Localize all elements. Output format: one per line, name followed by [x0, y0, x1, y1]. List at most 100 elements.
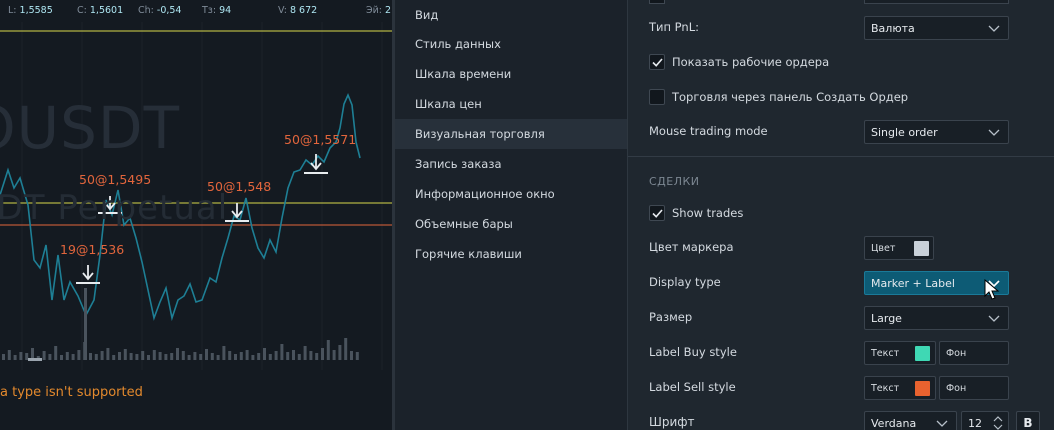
volume-bar [112, 355, 116, 360]
volume-bar [100, 351, 104, 360]
label-buy-bg-color-button[interactable]: Фон [939, 341, 1009, 365]
volume-bar [268, 354, 272, 360]
label-sell-text-color-button[interactable]: Текст [864, 376, 936, 400]
volume-bar-tall [84, 288, 87, 360]
volume-bar [338, 345, 342, 360]
volume-bar [42, 351, 46, 360]
volume-bar [176, 348, 179, 360]
volume-bar [263, 348, 266, 360]
marker-color-swatch [914, 241, 929, 256]
stepper-icon[interactable] [993, 415, 1003, 430]
nav-item-time-scale[interactable]: Шкала времени [395, 59, 627, 89]
price-chart[interactable]: OUSDT SDT Perpetual L: 1,5585 C: 1,5601 … [0, 0, 392, 430]
volume-bar [152, 350, 156, 360]
font-label: Шрифт [649, 415, 695, 429]
volume-bar [13, 355, 17, 360]
trade-label-2[interactable]: 50@1,5495 [79, 172, 151, 187]
show-trades-checkbox[interactable] [649, 205, 665, 221]
section-divider [628, 156, 1054, 157]
cut-off-checkbox[interactable] [649, 0, 665, 4]
stat-change: Ch: -0,54 [138, 5, 182, 16]
volume-bar [210, 353, 214, 360]
font-family-select[interactable]: Verdana [864, 411, 957, 430]
trade-via-panel-checkbox[interactable] [649, 89, 665, 105]
trade-via-panel-label: Торговля через панель Создать Ордер [672, 90, 909, 104]
size-label: Размер [649, 310, 693, 324]
checkmark-icon [652, 209, 663, 218]
volume-bar [193, 352, 197, 360]
volume-bar [228, 351, 232, 360]
volume-bar [170, 353, 174, 360]
mouse-trading-mode-select[interactable]: Single order [864, 120, 1009, 144]
nav-item-volume-bars[interactable]: Объемные бары [395, 209, 627, 239]
volume-bar [303, 346, 307, 360]
volume-bar [164, 354, 168, 360]
nav-item-visual-trading[interactable]: Визуальная торговля [395, 119, 627, 149]
volume-bar [245, 350, 249, 360]
volume-bar [292, 350, 295, 360]
volume-bar [54, 346, 58, 360]
volume-bar [118, 352, 121, 360]
section-title-trades: СДЕЛКИ [649, 175, 700, 188]
nav-item-order-entry[interactable]: Запись заказа [395, 149, 627, 179]
nav-item-price-scale[interactable]: Шкала цен [395, 89, 627, 119]
label-buy-bg-label: Фон [946, 347, 967, 359]
marker-color-text: Цвет [871, 242, 896, 254]
chevron-down-icon [988, 25, 1000, 32]
font-size-input[interactable]: 12 [961, 411, 1009, 430]
display-type-label: Display type [649, 275, 721, 289]
show-working-orders-checkbox[interactable] [649, 54, 665, 70]
volume-bar [2, 354, 5, 360]
trade-label-3[interactable]: 50@1,548 [207, 179, 271, 194]
volume-bar [89, 353, 92, 360]
pnl-type-select[interactable]: Валюта [864, 16, 1009, 40]
chevron-down-icon [988, 315, 1000, 322]
label-buy-text-swatch [915, 346, 930, 361]
label-buy-text-color-button[interactable]: Текст [864, 341, 936, 365]
marker-color-button[interactable]: Цвет [864, 236, 934, 260]
ohlc-stats-bar: L: 1,5585 C: 1,5601 Ch: -0,54 Тз: 94 V: … [0, 0, 392, 22]
display-type-value: Marker + Label [871, 276, 955, 290]
volume-bar [158, 352, 162, 360]
volume-bar [199, 354, 203, 360]
volume-bar [65, 352, 69, 360]
volume-bar [60, 355, 63, 360]
volume-bar [286, 352, 290, 360]
volume-bar [141, 351, 145, 360]
marker-color-label: Цвет маркера [649, 240, 734, 254]
label-buy-text-label: Текст [871, 347, 900, 359]
pnl-type-value: Валюта [871, 21, 915, 35]
volume-bar [123, 349, 127, 360]
volume-bar [355, 352, 359, 360]
font-bold-toggle[interactable]: B [1016, 411, 1040, 430]
volume-bar [106, 348, 110, 360]
volume-bar [19, 352, 23, 360]
nav-item-info-window[interactable]: Информационное окно [395, 179, 627, 209]
volume-bar [326, 340, 330, 360]
label-sell-bg-color-button[interactable]: Фон [939, 376, 1009, 400]
nav-item-hotkeys[interactable]: Горячие клавиши [395, 239, 627, 269]
trade-label-4[interactable]: 50@1,5571 [284, 132, 356, 147]
symbol-sub-watermark: SDT Perpetual [0, 188, 229, 228]
chevron-down-icon [988, 129, 1000, 136]
font-size-value: 12 [968, 416, 982, 430]
size-select[interactable]: Large [864, 306, 1009, 330]
volume-bar [280, 344, 284, 360]
nav-item-view[interactable]: Вид [395, 0, 627, 30]
mouse-cursor-icon [984, 279, 1000, 300]
volume-bar [251, 355, 255, 360]
volume-bar [7, 350, 11, 360]
nav-item-data-style[interactable]: Стиль данных [395, 29, 627, 59]
volume-bar [77, 350, 81, 360]
unsupported-type-message: a type isn't supported [0, 385, 143, 400]
volume-bar [135, 354, 139, 360]
label-buy-style-label: Label Buy style [649, 345, 737, 359]
volume-bar [48, 354, 52, 360]
volume-bar [344, 338, 348, 360]
trade-label-1[interactable]: 19@1,536 [60, 242, 124, 257]
volume-bar [129, 353, 133, 360]
settings-nav: Вид Стиль данных Шкала времени Шкала цен… [395, 0, 627, 430]
cut-off-field[interactable] [864, 0, 1009, 4]
volume-bar [239, 352, 243, 360]
show-trades-label: Show trades [672, 206, 744, 220]
